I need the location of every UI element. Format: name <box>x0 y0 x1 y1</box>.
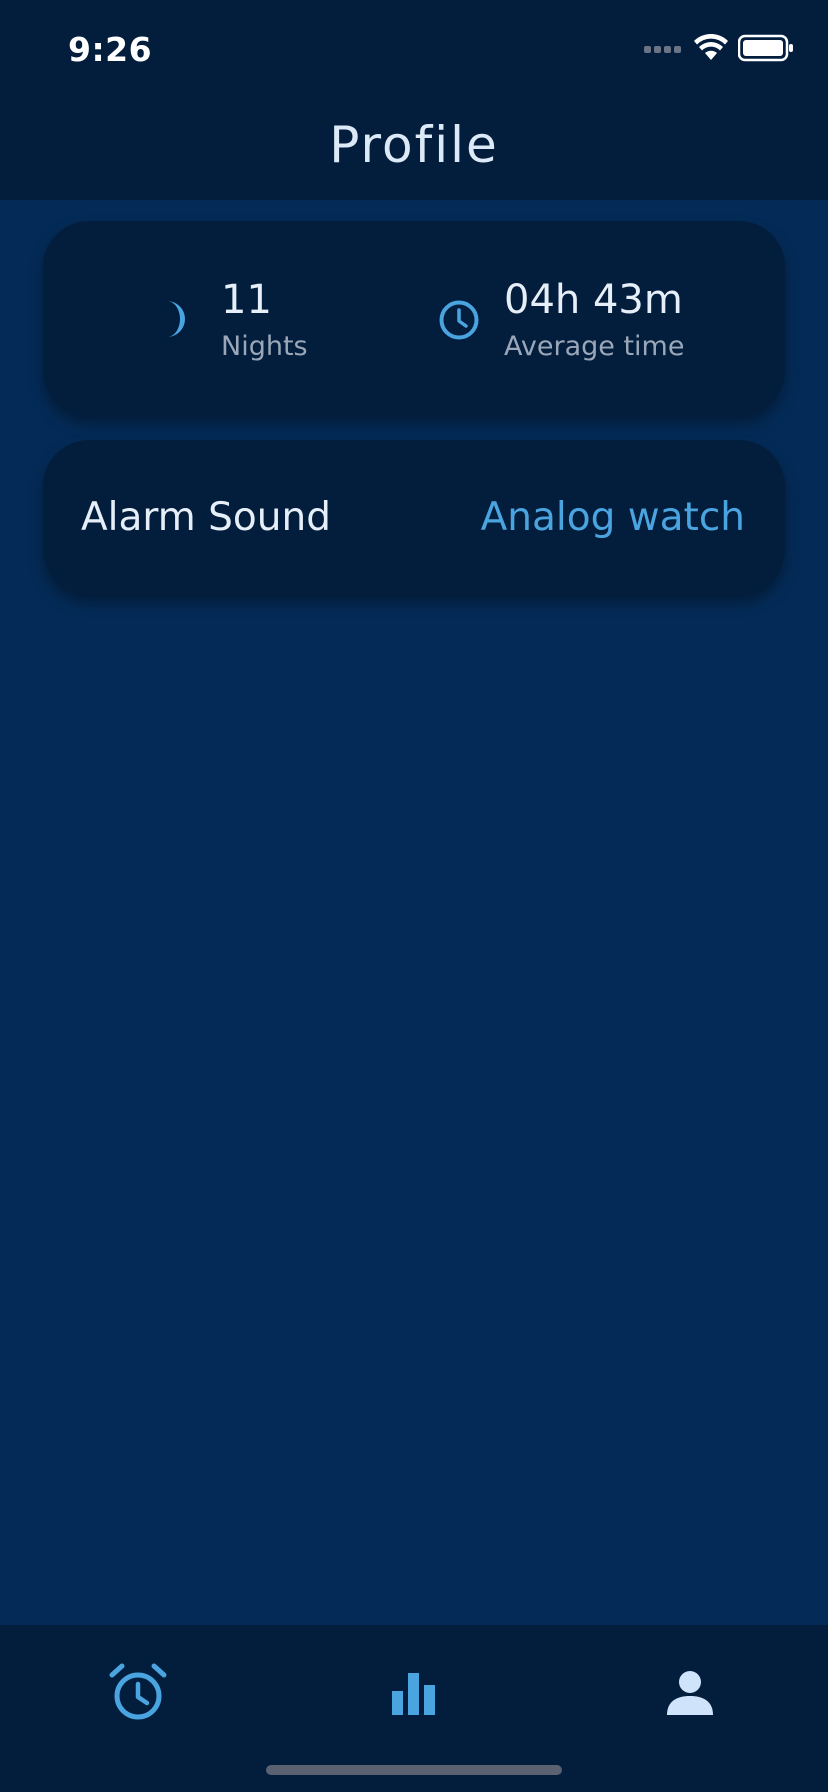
status-time: 9:26 <box>68 30 153 69</box>
home-indicator <box>266 1765 562 1775</box>
tab-stats[interactable] <box>369 1655 459 1735</box>
tab-alarm[interactable] <box>93 1655 183 1735</box>
tab-profile[interactable] <box>645 1655 735 1735</box>
page-title: Profile <box>329 116 499 174</box>
stats-card: 11 Nights 04h 43m Average time <box>43 221 785 416</box>
moon-icon <box>153 299 193 344</box>
average-time-value: 04h 43m <box>504 277 683 323</box>
bar-chart-icon <box>390 1669 438 1722</box>
alarm-clock-icon <box>108 1663 168 1728</box>
status-bar: 9:26 <box>0 0 828 100</box>
nav-bar: Profile <box>0 100 828 200</box>
nights-value: 11 <box>221 277 272 323</box>
status-icons <box>644 33 794 67</box>
nights-label: Nights <box>221 331 308 362</box>
alarm-sound-value[interactable]: Analog watch <box>481 495 745 540</box>
alarm-sound-row[interactable]: Alarm Sound Analog watch <box>43 440 785 595</box>
nights-stat: 11 Nights <box>43 221 414 416</box>
average-time-stat: 04h 43m Average time <box>414 221 785 416</box>
alarm-sound-label: Alarm Sound <box>81 495 331 540</box>
average-time-label: Average time <box>504 331 685 362</box>
cellular-signal-icon <box>644 42 684 60</box>
battery-icon <box>737 34 794 67</box>
person-icon <box>665 1668 715 1723</box>
wifi-icon <box>694 33 728 67</box>
clock-icon <box>438 299 480 346</box>
